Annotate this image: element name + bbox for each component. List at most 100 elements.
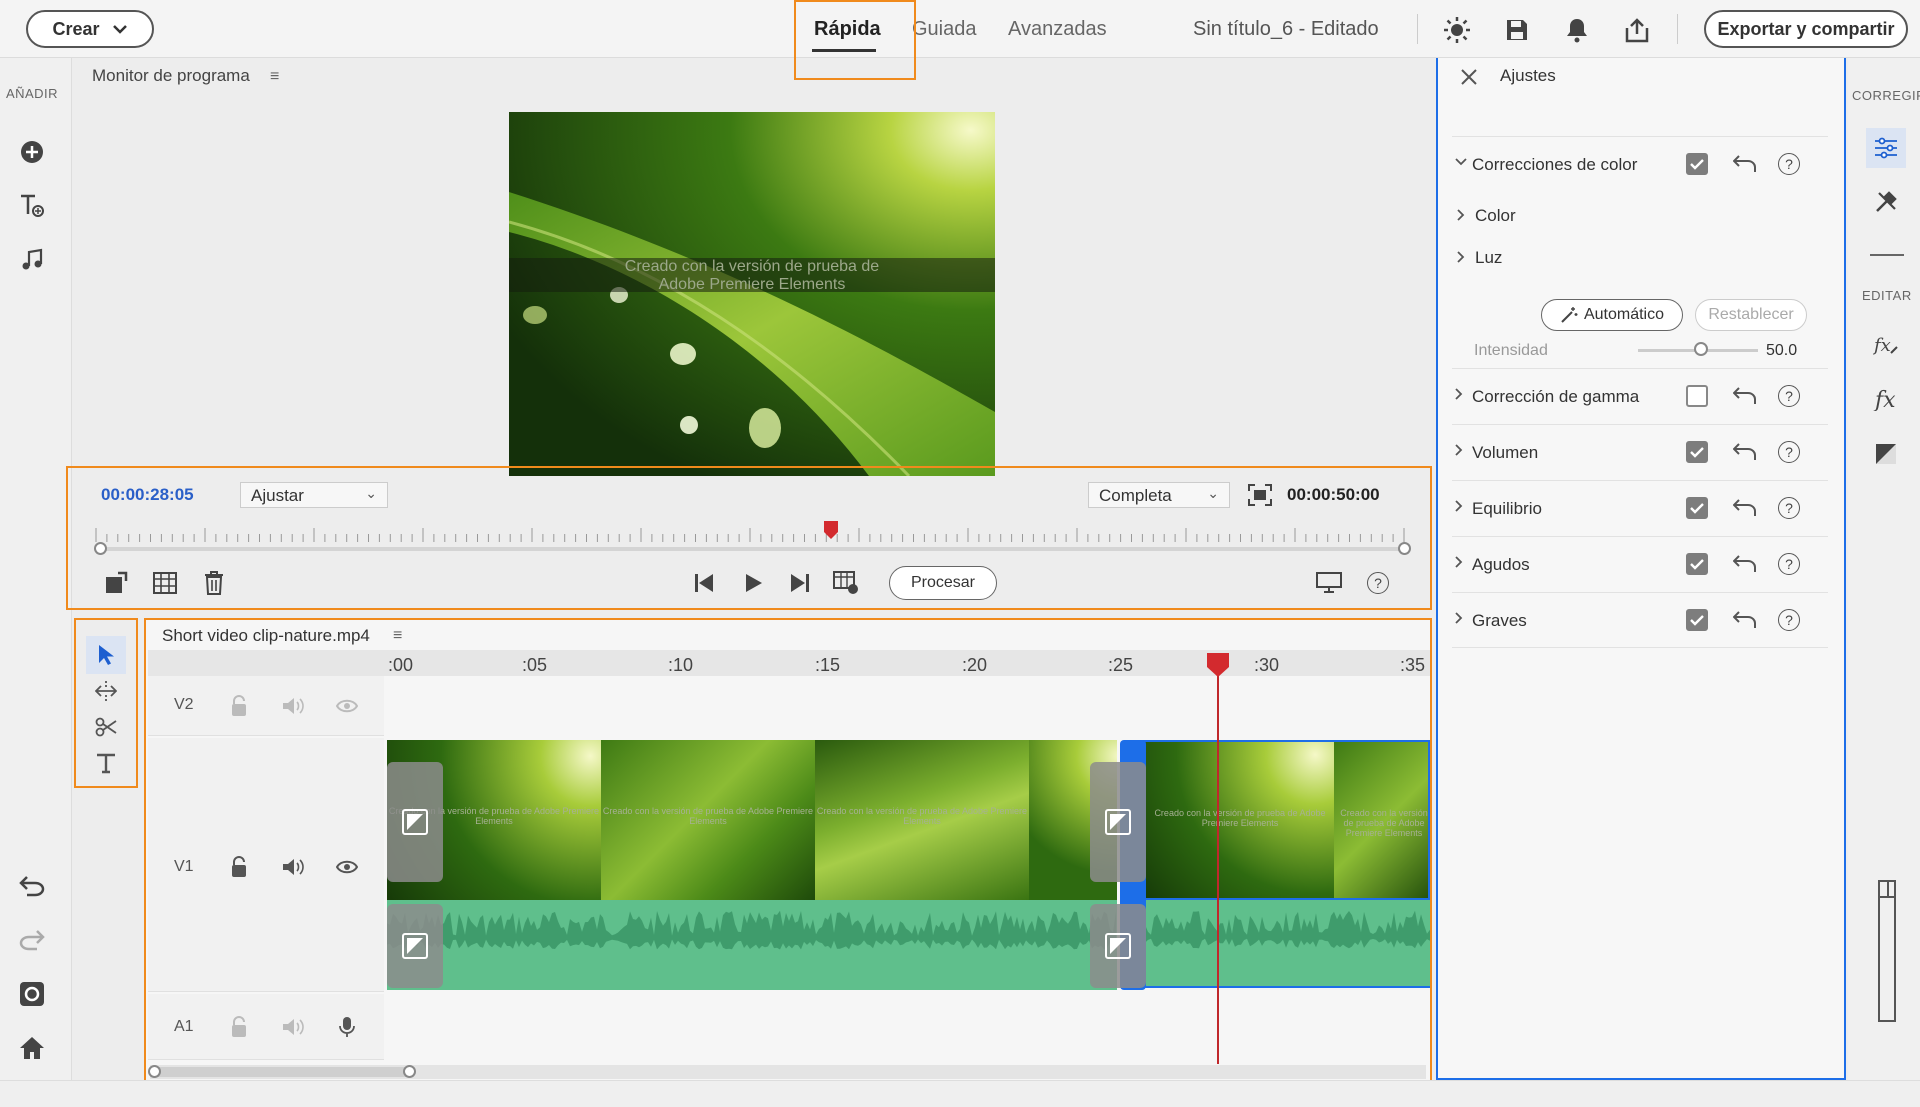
reset-undo-icon[interactable] bbox=[1730, 549, 1760, 579]
lock-icon[interactable] bbox=[224, 852, 254, 882]
section-graves[interactable]: Graves ? bbox=[1452, 592, 1828, 648]
smart-trim-tool-icon[interactable] bbox=[90, 675, 122, 707]
clip-thumbnail: Creado con la versión de prueba de Adobe… bbox=[1334, 742, 1428, 898]
tab-avanzadas[interactable]: Avanzadas bbox=[1008, 18, 1107, 41]
export-share-button[interactable]: Exportar y compartir bbox=[1704, 10, 1908, 48]
adjust-sliders-icon[interactable] bbox=[1868, 130, 1904, 166]
speaker-icon[interactable] bbox=[278, 852, 308, 882]
titles-icon[interactable] bbox=[14, 188, 50, 224]
section-volumen[interactable]: Volumen ? bbox=[1452, 424, 1828, 480]
monitor-scrub-track[interactable] bbox=[96, 547, 1408, 551]
automatico-button[interactable]: Automático bbox=[1541, 299, 1683, 331]
monitor-display-icon[interactable] bbox=[1313, 568, 1345, 598]
track-v2-lane[interactable] bbox=[386, 676, 1430, 734]
help-icon[interactable]: ? bbox=[1778, 553, 1800, 575]
video-clip-2-selected[interactable]: Creado con la versión de prueba de Adobe… bbox=[1124, 740, 1430, 900]
section-correcciones-color[interactable]: Correcciones de color ? bbox=[1452, 136, 1828, 192]
intensity-slider-knob[interactable] bbox=[1694, 342, 1708, 356]
add-media-icon[interactable] bbox=[14, 134, 50, 170]
reset-undo-icon[interactable] bbox=[1730, 149, 1760, 179]
fx-box[interactable] bbox=[387, 762, 443, 882]
fx-box[interactable] bbox=[387, 904, 443, 988]
sub-luz[interactable]: Luz bbox=[1475, 248, 1502, 268]
play-icon[interactable] bbox=[737, 568, 769, 598]
tools-icon[interactable] bbox=[1868, 184, 1904, 220]
scroll-zoom-left-handle[interactable] bbox=[148, 1065, 161, 1078]
section-equilibrio[interactable]: Equilibrio ? bbox=[1452, 480, 1828, 536]
audio-clip-2-selected[interactable] bbox=[1124, 900, 1430, 988]
video-clip-1[interactable]: Creado con la versión de prueba de Adobe… bbox=[387, 740, 1117, 900]
scrub-end-handle[interactable] bbox=[1398, 542, 1411, 555]
reset-undo-icon[interactable] bbox=[1730, 605, 1760, 635]
scrub-start-handle[interactable] bbox=[94, 542, 107, 555]
fullscreen-icon[interactable] bbox=[1246, 481, 1274, 509]
section-correccion-gamma[interactable]: Corrección de gamma ? bbox=[1452, 368, 1828, 424]
music-icon[interactable] bbox=[14, 242, 50, 278]
help-icon[interactable]: ? bbox=[1778, 497, 1800, 519]
crear-button[interactable]: Crear bbox=[26, 10, 154, 48]
sub-color[interactable]: Color bbox=[1475, 206, 1516, 226]
timeline-menu-icon[interactable]: ≡ bbox=[393, 627, 402, 645]
intensity-value[interactable]: 50.0 bbox=[1766, 342, 1797, 360]
track-a1-lane[interactable] bbox=[386, 994, 1430, 1058]
fit-dropdown[interactable]: Ajustar ⌄ bbox=[240, 482, 388, 508]
reset-undo-icon[interactable] bbox=[1730, 437, 1760, 467]
section-checkbox[interactable] bbox=[1686, 553, 1708, 575]
audio-clip-1[interactable] bbox=[387, 900, 1117, 990]
help-icon[interactable]: ? bbox=[1778, 153, 1800, 175]
help-icon[interactable]: ? bbox=[1778, 385, 1800, 407]
procesar-button[interactable]: Procesar bbox=[889, 566, 997, 600]
current-timecode[interactable]: 00:00:28:05 bbox=[101, 485, 194, 505]
reset-undo-icon[interactable] bbox=[1730, 493, 1760, 523]
monitor-menu-icon[interactable]: ≡ bbox=[270, 68, 279, 86]
skip-forward-icon[interactable] bbox=[784, 568, 816, 598]
fx-box[interactable] bbox=[1090, 904, 1146, 988]
home-icon[interactable] bbox=[14, 1030, 50, 1066]
clip-add-icon[interactable] bbox=[100, 568, 132, 598]
notification-bell-icon[interactable] bbox=[1561, 14, 1593, 46]
help-icon[interactable]: ? bbox=[1362, 568, 1394, 598]
organizer-icon[interactable] bbox=[14, 976, 50, 1012]
save-icon[interactable] bbox=[1501, 14, 1533, 46]
timeline-scroll-thumb[interactable] bbox=[152, 1067, 412, 1077]
help-icon[interactable]: ? bbox=[1778, 441, 1800, 463]
share-upload-icon[interactable] bbox=[1621, 14, 1653, 46]
lock-icon[interactable] bbox=[224, 1012, 254, 1042]
trash-icon[interactable] bbox=[198, 568, 230, 598]
eye-icon[interactable] bbox=[332, 691, 362, 721]
selection-tool-icon[interactable] bbox=[90, 639, 122, 671]
microphone-icon[interactable] bbox=[332, 1012, 362, 1042]
skip-back-icon[interactable] bbox=[688, 568, 720, 598]
brightness-icon[interactable] bbox=[1441, 14, 1473, 46]
scroll-zoom-right-handle[interactable] bbox=[403, 1065, 416, 1078]
transitions-icon[interactable] bbox=[1868, 436, 1904, 472]
frame-grid-icon[interactable] bbox=[149, 568, 181, 598]
section-checkbox[interactable] bbox=[1686, 385, 1708, 407]
quality-dropdown[interactable]: Completa ⌄ bbox=[1088, 482, 1230, 508]
section-checkbox[interactable] bbox=[1686, 497, 1708, 519]
scissors-tool-icon[interactable] bbox=[90, 711, 122, 743]
monitor-playhead[interactable] bbox=[823, 520, 839, 540]
timeline-ruler[interactable] bbox=[148, 650, 1430, 676]
section-checkbox[interactable] bbox=[1686, 441, 1708, 463]
eye-icon[interactable] bbox=[332, 852, 362, 882]
applied-effects-icon[interactable]: fx bbox=[1868, 328, 1904, 364]
section-checkbox[interactable] bbox=[1686, 153, 1708, 175]
section-checkbox[interactable] bbox=[1686, 609, 1708, 631]
timeline-playhead[interactable] bbox=[1206, 652, 1230, 678]
corregir-section-label: CORREGIR bbox=[1852, 88, 1920, 103]
editar-section-label: EDITAR bbox=[1862, 288, 1912, 303]
lock-icon[interactable] bbox=[224, 691, 254, 721]
tab-guiada[interactable]: Guiada bbox=[912, 18, 977, 41]
render-frames-icon[interactable] bbox=[830, 568, 862, 598]
section-agudos[interactable]: Agudos ? bbox=[1452, 536, 1828, 592]
fx-box[interactable] bbox=[1090, 762, 1146, 882]
help-icon[interactable]: ? bbox=[1778, 609, 1800, 631]
speaker-icon[interactable] bbox=[278, 691, 308, 721]
text-tool-icon[interactable] bbox=[90, 747, 122, 779]
undo-icon[interactable] bbox=[14, 868, 50, 904]
speaker-icon[interactable] bbox=[278, 1012, 308, 1042]
reset-undo-icon[interactable] bbox=[1730, 381, 1760, 411]
effects-icon[interactable]: fx bbox=[1868, 382, 1904, 418]
close-icon[interactable] bbox=[1454, 62, 1484, 92]
